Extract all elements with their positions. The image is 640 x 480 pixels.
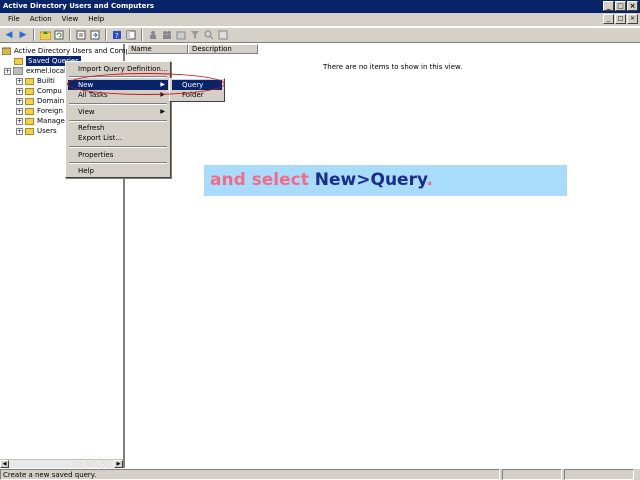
menu-item-export-list[interactable]: Export List... <box>68 133 168 143</box>
properties-icon[interactable] <box>75 29 87 41</box>
tree-item-label: exmel.local <box>26 67 66 75</box>
scroll-thumb[interactable] <box>75 461 111 467</box>
toolbar-separator <box>69 29 71 41</box>
new-group-icon[interactable] <box>161 29 173 41</box>
folder-icon <box>14 57 23 65</box>
menu-item-help[interactable]: Help <box>68 166 168 176</box>
title-bar: Active Directory Users and Computers _ □… <box>0 0 640 13</box>
banner-text-end: . <box>426 170 433 190</box>
menu-separator <box>69 120 167 122</box>
tree-item-label: Manage <box>37 117 65 125</box>
scroll-left-icon[interactable]: ◀ <box>0 460 9 468</box>
folder-icon <box>25 117 34 125</box>
column-header-name[interactable]: Name <box>127 44 188 54</box>
tree-root-label: Active Directory Users and Compu <box>14 47 135 55</box>
up-icon[interactable] <box>39 29 51 41</box>
tree-item-domain[interactable]: + exmel.local <box>4 66 66 76</box>
folder-icon <box>25 77 34 85</box>
highlight-annotation-ellipse <box>67 73 225 95</box>
banner-text-lead: and select <box>210 170 315 190</box>
scroll-right-icon[interactable]: ▶ <box>114 460 123 468</box>
tree-item-managed[interactable]: + Manage <box>16 116 65 126</box>
tree-item-label: Builti <box>37 77 55 85</box>
menu-bar: File Action View Help _ □ × <box>0 13 640 26</box>
submenu-arrow-icon: ▶ <box>160 108 165 115</box>
folder-icon <box>25 97 34 105</box>
refresh-icon[interactable] <box>53 29 65 41</box>
back-icon[interactable]: ◀ <box>3 29 15 41</box>
tree-item-domain-controllers[interactable]: + Domain <box>16 96 64 106</box>
menu-item-view[interactable]: View ▶ <box>68 107 168 117</box>
column-header-description[interactable]: Description <box>188 44 258 54</box>
instruction-banner: and select New>Query. <box>204 165 567 196</box>
folder-icon <box>25 127 34 135</box>
expand-icon[interactable]: + <box>16 97 23 105</box>
expand-icon[interactable]: + <box>4 67 11 75</box>
menu-separator <box>69 146 167 148</box>
expand-icon[interactable]: + <box>16 127 23 135</box>
menu-file[interactable]: File <box>3 13 25 26</box>
menu-item-label: View <box>78 108 95 116</box>
list-pane: Name Description There are no items to s… <box>127 44 640 468</box>
menu-help[interactable]: Help <box>83 13 109 26</box>
menu-view[interactable]: View <box>57 13 84 26</box>
menu-action[interactable]: Action <box>25 13 57 26</box>
expand-icon[interactable]: + <box>16 117 23 125</box>
menu-separator <box>69 162 167 164</box>
new-user-icon[interactable] <box>147 29 159 41</box>
toolbar: ◀ ▶ ? <box>0 27 640 43</box>
find-icon[interactable] <box>203 29 215 41</box>
console-icon[interactable] <box>125 29 137 41</box>
expand-icon[interactable]: + <box>16 77 23 85</box>
folder-icon <box>25 87 34 95</box>
toolbar-separator <box>33 29 35 41</box>
menu-item-refresh[interactable]: Refresh <box>68 123 168 133</box>
new-ou-icon[interactable] <box>175 29 187 41</box>
toolbar-separator <box>105 29 107 41</box>
tree-item-label: Foreign <box>37 107 63 115</box>
status-panel <box>502 469 562 480</box>
empty-list-message: There are no items to show in this view. <box>323 63 463 71</box>
expand-icon[interactable]: + <box>16 107 23 115</box>
status-panel <box>564 469 634 480</box>
mdi-restore-button[interactable]: □ <box>615 14 626 24</box>
tree-item-computers[interactable]: + Compu <box>16 86 62 96</box>
window-title: Active Directory Users and Computers <box>3 2 154 10</box>
column-headers: Name Description <box>127 44 258 54</box>
close-button[interactable]: × <box>627 1 638 11</box>
expand-icon[interactable]: + <box>16 87 23 95</box>
status-text: Create a new saved query. <box>0 469 500 480</box>
add-to-group-icon[interactable] <box>217 29 229 41</box>
help-icon[interactable]: ? <box>111 29 123 41</box>
filter-icon[interactable] <box>189 29 201 41</box>
minimize-button[interactable]: _ <box>603 1 614 11</box>
console-root-icon <box>2 47 11 55</box>
tree-item-label: Compu <box>37 87 62 95</box>
mdi-close-button[interactable]: × <box>627 14 638 24</box>
tree-item-label: Users <box>37 127 57 135</box>
forward-icon[interactable]: ▶ <box>17 29 29 41</box>
window-controls: _ □ × <box>603 1 638 11</box>
folder-icon <box>25 107 34 115</box>
domain-icon <box>13 67 23 75</box>
tree-item-foreign-security[interactable]: + Foreign <box>16 106 63 116</box>
menu-item-properties[interactable]: Properties <box>68 150 168 160</box>
tree-item-users[interactable]: + Users <box>16 126 57 136</box>
mdi-controls: _ □ × <box>603 14 638 24</box>
maximize-button[interactable]: □ <box>615 1 626 11</box>
svg-text:?: ? <box>115 32 119 40</box>
tree-horizontal-scrollbar[interactable]: ◀ ▶ <box>0 459 123 468</box>
export-icon[interactable] <box>89 29 101 41</box>
banner-text-action: New>Query <box>314 170 427 190</box>
menu-separator <box>69 103 167 105</box>
tree-root[interactable]: Active Directory Users and Compu <box>2 46 134 56</box>
tree-item-label: Domain <box>37 97 65 105</box>
status-bar: Create a new saved query. <box>0 468 640 480</box>
toolbar-separator <box>141 29 143 41</box>
tree-item-builtin[interactable]: + Builti <box>16 76 55 86</box>
mdi-minimize-button[interactable]: _ <box>603 14 614 24</box>
